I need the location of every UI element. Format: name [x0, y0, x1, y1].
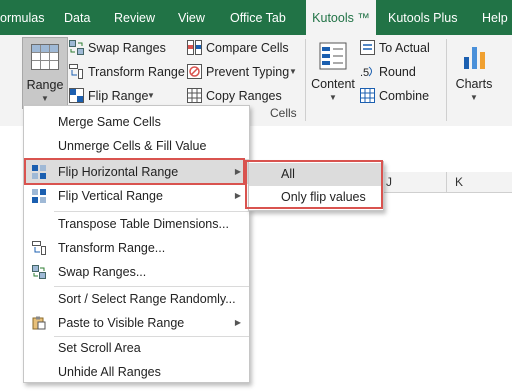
ribbon-tab-bar: ormulas Data Review View Office Tab Kuto…	[0, 0, 512, 35]
range-dropdown-menu: Merge Same Cells Unmerge Cells & Fill Va…	[23, 105, 250, 383]
menu-item-label: Merge Same Cells	[58, 115, 161, 129]
transform-range-label: Transform Range	[88, 65, 185, 79]
menu-item-merge-same-cells[interactable]: Merge Same Cells	[24, 110, 249, 134]
bar-chart-icon	[464, 47, 485, 69]
tab-formulas[interactable]: ormulas	[0, 0, 52, 35]
tab-help[interactable]: Help	[482, 0, 512, 35]
highlight-box-flip-horizontal	[24, 158, 245, 185]
group-separator	[446, 39, 447, 121]
to-actual-label: To Actual	[379, 41, 430, 55]
group-separator	[305, 39, 306, 121]
tab-review[interactable]: Review	[114, 0, 164, 35]
menu-item-transform-range[interactable]: Transform Range...	[24, 236, 249, 260]
content-icon	[319, 42, 347, 70]
menu-item-label: Paste to Visible Range	[58, 316, 185, 330]
highlight-box-submenu	[245, 160, 383, 209]
combine-label: Combine	[379, 89, 430, 103]
compare-cells-icon	[187, 40, 202, 55]
round-label: Round	[379, 65, 416, 79]
menu-item-label: Sort / Select Range Randomly...	[58, 292, 236, 306]
combine-icon	[360, 88, 375, 103]
menu-item-unhide-all-ranges[interactable]: Unhide All Ranges	[24, 360, 249, 384]
chevron-down-icon: ▼	[289, 67, 297, 76]
swap-ranges-icon	[69, 40, 84, 55]
menu-item-label: Flip Vertical Range	[58, 189, 163, 203]
flip-range-label: Flip Range	[88, 89, 149, 103]
column-header-j[interactable]: J	[382, 175, 396, 189]
round-icon: .5	[360, 66, 372, 79]
chevron-down-icon: ▼	[329, 93, 337, 102]
content-label: Content	[311, 77, 355, 91]
tab-view[interactable]: View	[178, 0, 218, 35]
flip-range-icon	[69, 88, 84, 103]
tab-office-tab[interactable]: Office Tab	[230, 0, 300, 35]
charts-button[interactable]: Charts ▼	[452, 41, 496, 105]
column-header-k[interactable]: K	[452, 175, 466, 189]
prevent-typing-label: Prevent Typing	[206, 65, 290, 79]
menu-item-unmerge-cells[interactable]: Unmerge Cells & Fill Value	[24, 134, 249, 158]
chevron-down-icon: ▼	[470, 93, 478, 102]
chevron-down-icon: ▼	[41, 94, 49, 103]
transform-range-icon	[32, 241, 46, 255]
menu-item-label: Swap Ranges...	[58, 265, 147, 279]
svg-text:.5: .5	[360, 67, 369, 79]
menu-item-label: Transpose Table Dimensions...	[58, 217, 229, 231]
menu-item-flip-vertical-range[interactable]: Flip Vertical Range ▶	[24, 184, 249, 208]
menu-item-label: Unmerge Cells & Fill Value	[58, 139, 207, 153]
cells-group-label: Cells	[270, 106, 297, 120]
menu-item-label: Transform Range...	[58, 241, 166, 255]
compare-cells-label: Compare Cells	[206, 41, 289, 55]
menu-item-label: Set Scroll Area	[58, 341, 141, 355]
copy-ranges-icon	[187, 88, 202, 103]
tab-data[interactable]: Data	[64, 0, 104, 35]
column-header-strip: J K	[382, 172, 512, 193]
charts-label: Charts	[455, 77, 493, 91]
transform-range-icon	[69, 64, 83, 79]
content-button[interactable]: Content ▼	[310, 41, 356, 105]
to-actual-icon	[360, 40, 375, 55]
column-divider	[446, 172, 447, 192]
menu-item-paste-to-visible-range[interactable]: Paste to Visible Range ▶	[24, 311, 249, 335]
menu-item-sort-select-randomly[interactable]: Sort / Select Range Randomly...	[24, 287, 249, 311]
range-label: Range	[26, 78, 64, 92]
range-button[interactable]: Range ▼	[22, 37, 68, 109]
menu-item-swap-ranges[interactable]: Swap Ranges...	[24, 260, 249, 284]
clipboard-icon	[32, 316, 46, 330]
tab-kutools[interactable]: Kutools ™	[306, 0, 376, 35]
chevron-down-icon: ▼	[147, 91, 155, 100]
prevent-typing-icon	[187, 64, 202, 79]
chevron-right-icon: ▶	[234, 191, 241, 200]
chevron-right-icon: ▶	[234, 318, 241, 327]
menu-item-set-scroll-area[interactable]: Set Scroll Area	[24, 336, 249, 360]
menu-item-transpose-table-dimensions[interactable]: Transpose Table Dimensions...	[24, 212, 249, 236]
range-grid-icon	[31, 44, 59, 70]
tab-kutools-plus[interactable]: Kutools Plus	[388, 0, 472, 35]
swap-ranges-icon	[32, 265, 46, 279]
copy-ranges-label: Copy Ranges	[206, 89, 282, 103]
flip-vertical-icon	[32, 189, 46, 203]
swap-ranges-label: Swap Ranges	[88, 41, 166, 55]
menu-item-label: Unhide All Ranges	[58, 365, 161, 379]
